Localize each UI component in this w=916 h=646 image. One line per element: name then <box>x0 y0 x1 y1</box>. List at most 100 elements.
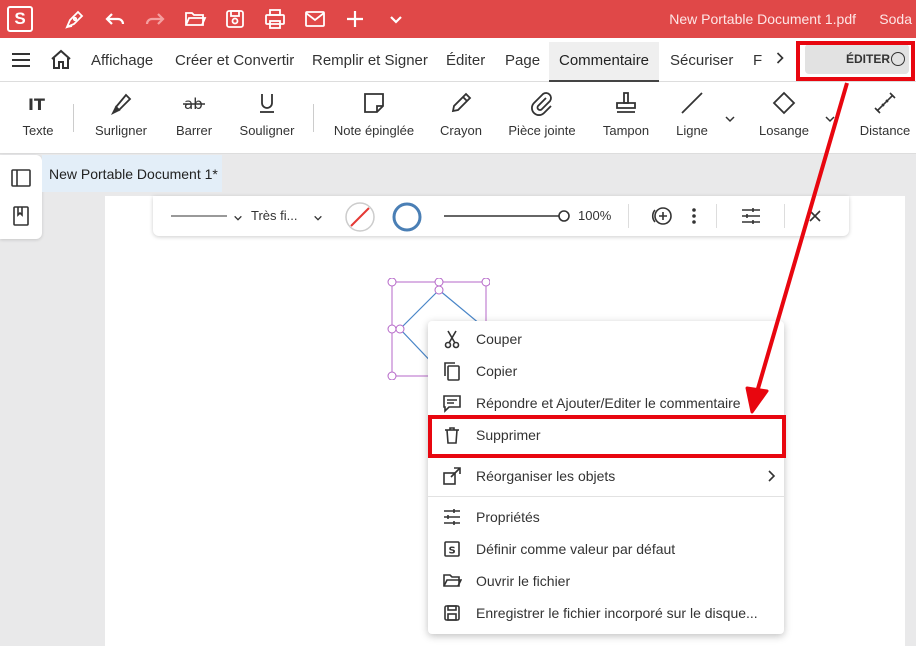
menu-item-open-file[interactable]: Ouvrir le fichier <box>428 565 784 597</box>
side-panel <box>0 155 42 239</box>
chevron-down-icon[interactable] <box>384 7 408 31</box>
copy-icon <box>444 362 460 381</box>
ribbon-divider <box>313 104 314 132</box>
underline-icon <box>260 94 274 113</box>
fill-color-none-icon[interactable] <box>344 201 376 233</box>
paperclip-icon <box>531 92 552 116</box>
tool-tampon[interactable]: Tampon <box>600 90 652 138</box>
delete-item-highlight <box>428 415 786 458</box>
menu-item-label: Copier <box>476 363 518 379</box>
tool-label: Texte <box>22 123 54 138</box>
mail-icon[interactable] <box>303 7 327 31</box>
diamond-icon <box>772 91 796 115</box>
document-tab-label: New Portable Document 1* <box>49 166 218 182</box>
edit-toggle-highlight <box>796 41 915 81</box>
menu-page[interactable]: Page <box>505 52 540 69</box>
menu-item-cut[interactable]: Couper <box>428 323 784 355</box>
tool-label: Crayon <box>440 123 482 138</box>
print-icon[interactable] <box>263 7 287 31</box>
panel-toggle-icon[interactable] <box>10 167 32 189</box>
save-disk-icon <box>444 605 460 621</box>
document-tab[interactable]: New Portable Document 1* <box>42 155 222 192</box>
menu-item-label: Couper <box>476 331 522 347</box>
save-icon[interactable] <box>223 7 247 31</box>
menu-editer[interactable]: Éditer <box>446 52 485 69</box>
menu-item-properties[interactable]: Propriétés <box>428 501 784 533</box>
open-folder-icon[interactable] <box>183 7 207 31</box>
tool-label: Barrer <box>175 123 213 138</box>
tool-losange[interactable]: Losange <box>755 90 813 138</box>
menu-item-reorder[interactable]: Réorganiser les objets <box>428 460 784 492</box>
menu-affichage[interactable]: Affichage <box>91 52 153 69</box>
comment-icon <box>443 395 461 413</box>
app-title: Soda <box>879 11 912 27</box>
tool-crayon[interactable]: Crayon <box>438 90 484 138</box>
menu-item-label: Définir comme valeur par défaut <box>476 541 676 557</box>
bookmark-icon[interactable] <box>10 205 32 227</box>
sticky-note-icon <box>364 93 384 113</box>
arrange-icon <box>443 467 461 485</box>
menu-item-save-embedded[interactable]: Enregistrer le fichier incorporé sur le … <box>428 597 784 629</box>
line-chevron-down-icon[interactable] <box>233 210 243 221</box>
pencil-icon <box>451 92 472 113</box>
menu-item-copy[interactable]: Copier <box>428 355 784 387</box>
line-style-preview <box>171 215 227 217</box>
ribbon-toolbar: IT Texte Surligner ab Barrer Souligner N… <box>0 82 916 154</box>
stroke-color-icon[interactable] <box>391 201 423 233</box>
distance-icon <box>874 92 896 114</box>
menu-creer-convertir[interactable]: Créer et Convertir <box>175 52 294 69</box>
menu-item-label: Réorganiser les objets <box>476 468 616 484</box>
properties-icon <box>444 509 460 525</box>
tool-distance[interactable]: Distance <box>857 90 913 138</box>
toolbar-divider <box>784 204 785 228</box>
hamburger-icon[interactable] <box>9 48 33 72</box>
tool-label: Distance <box>859 123 911 138</box>
add-circle-icon[interactable] <box>649 204 675 228</box>
svg-text:S: S <box>449 546 456 557</box>
highlighter-icon <box>110 93 132 116</box>
menu-item-label: Propriétés <box>476 509 540 525</box>
toolbar-divider <box>716 204 717 228</box>
settings-sliders-icon[interactable] <box>740 205 762 227</box>
toolbar-divider <box>628 204 629 228</box>
menu-remplir-signer[interactable]: Remplir et Signer <box>312 52 428 69</box>
stamp-icon <box>616 92 636 113</box>
close-icon[interactable] <box>807 208 823 224</box>
menu-truncated[interactable]: F <box>753 52 762 69</box>
tool-note-epinglee[interactable]: Note épinglée <box>331 90 417 138</box>
submenu-chevron-icon <box>768 470 776 482</box>
more-vertical-icon[interactable] <box>689 206 699 226</box>
strikethrough-icon: ab <box>183 95 205 113</box>
home-icon[interactable] <box>49 48 73 72</box>
menu-commentaire[interactable]: Commentaire <box>559 52 649 69</box>
chevron-right-icon[interactable] <box>770 48 790 72</box>
app-logo[interactable]: S <box>7 6 33 32</box>
pen-icon[interactable] <box>63 7 87 31</box>
opacity-slider[interactable] <box>444 209 572 223</box>
menu-item-label: Répondre et Ajouter/Editer le commentair… <box>476 395 741 411</box>
line-weight-select[interactable]: Très fi... <box>251 208 297 223</box>
tool-label: Souligner <box>239 123 295 138</box>
undo-icon[interactable] <box>103 7 127 31</box>
weight-chevron-down-icon[interactable] <box>313 210 323 221</box>
open-folder-icon <box>443 574 462 587</box>
text-tool-icon: IT <box>28 95 45 114</box>
redo-icon[interactable] <box>143 7 167 31</box>
shape-options-chevron-icon[interactable] <box>824 112 836 124</box>
svg-text:IT: IT <box>28 95 45 114</box>
menu-item-set-default[interactable]: S Définir comme valeur par défaut <box>428 533 784 565</box>
menu-item-label: Enregistrer le fichier incorporé sur le … <box>476 605 758 621</box>
tool-souligner[interactable]: Souligner <box>237 90 297 138</box>
tool-texte[interactable]: IT Texte <box>18 90 58 138</box>
tool-label: Tampon <box>602 123 650 138</box>
property-toolbar: Très fi... 100% <box>153 196 849 236</box>
plus-icon[interactable] <box>343 7 367 31</box>
line-options-chevron-icon[interactable] <box>724 112 736 124</box>
tool-ligne[interactable]: Ligne <box>672 90 712 138</box>
tool-surligner[interactable]: Surligner <box>92 90 150 138</box>
menu-item-label: Ouvrir le fichier <box>476 573 571 589</box>
menu-securiser[interactable]: Sécuriser <box>670 52 733 69</box>
document-title: New Portable Document 1.pdf <box>669 11 856 27</box>
tool-piece-jointe[interactable]: Pièce jointe <box>505 90 579 138</box>
tool-barrer[interactable]: ab Barrer <box>171 90 217 138</box>
